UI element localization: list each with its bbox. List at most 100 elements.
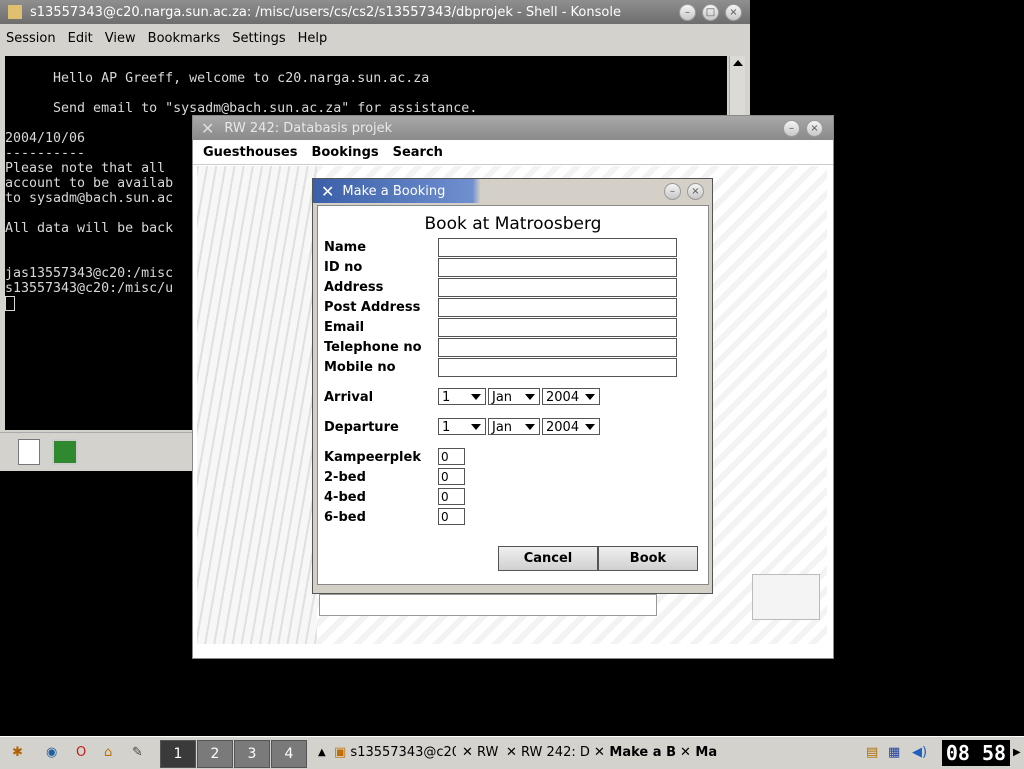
four-bed-input[interactable]: 0 (438, 488, 465, 505)
editor-icon[interactable]: ✎ (132, 741, 143, 765)
departure-month-select[interactable]: Jan (488, 418, 540, 435)
departure-year-select[interactable]: 2004 (542, 418, 600, 435)
konsole-title: s13557343@c20.narga.sun.ac.za: /misc/use… (30, 4, 621, 20)
four-bed-label: 4-bed (324, 490, 366, 505)
desktop-2[interactable]: 2 (197, 740, 233, 768)
menu-session[interactable]: Session (6, 31, 56, 46)
task-rw242[interactable]: ✕ RW 242: D (506, 741, 592, 765)
mobile-label: Mobile no (324, 360, 396, 375)
close-icon[interactable]: × (687, 182, 704, 200)
address-label: Address (324, 280, 384, 295)
minimize-icon[interactable]: – (664, 182, 681, 200)
scroll-up-icon[interactable] (732, 60, 743, 66)
terminal-line: Hello AP Greeff, welcome to c20.narga.su… (5, 71, 430, 86)
terminal-line: Send email to "sysadm@bach.sun.ac.za" fo… (5, 101, 478, 116)
six-bed-input[interactable]: 0 (438, 508, 465, 525)
menu-bookings[interactable]: Bookings (311, 145, 378, 160)
taskbar-expand-icon[interactable]: ▶ (1013, 741, 1021, 765)
task-ma-label: Ma (695, 745, 718, 760)
telephone-input[interactable] (438, 338, 677, 357)
departure-day-select[interactable]: 1 (438, 418, 486, 435)
close-icon[interactable]: × (806, 119, 823, 137)
menu-bookmarks[interactable]: Bookmarks (148, 31, 221, 46)
minimize-icon[interactable]: – (783, 119, 800, 137)
menu-help[interactable]: Help (298, 31, 328, 46)
konsole-titlebar[interactable]: s13557343@c20.narga.sun.ac.za: /misc/use… (0, 0, 750, 24)
decorative-logo (752, 574, 820, 620)
shell-session-icon[interactable] (52, 439, 78, 465)
task-konsole[interactable]: ▣ s13557343@c20 (334, 741, 456, 765)
clock[interactable]: 08 58 (942, 740, 1010, 766)
departure-year-value: 2004 (546, 420, 580, 435)
task-konsole-label: s13557343@c20 (350, 745, 456, 760)
konsole-app-icon (8, 5, 22, 19)
desktop-1[interactable]: 1 (160, 740, 196, 768)
arrival-month-select[interactable]: Jan (488, 388, 540, 405)
task-ma[interactable]: ✕ Ma (680, 741, 740, 765)
volume-icon[interactable]: ◀) (912, 741, 927, 765)
konsole-task-icon: ▣ (334, 745, 351, 760)
task-scroll-icon[interactable]: ▲ (318, 741, 326, 765)
opera-icon[interactable]: O (76, 741, 86, 765)
departure-day-value: 1 (442, 420, 451, 435)
menu-guesthouses[interactable]: Guesthouses (203, 145, 297, 160)
menu-search[interactable]: Search (393, 145, 443, 160)
kde-taskbar: ✱ ◉ O ⌂ ✎ 1 2 3 4 ▲ ▣ s13557343@c20 ✕ RW… (0, 736, 1024, 769)
menu-edit[interactable]: Edit (68, 31, 93, 46)
chevron-down-icon (585, 424, 595, 430)
post-address-label: Post Address (324, 300, 421, 315)
x-app-icon: ✕ (201, 118, 215, 138)
task-rw[interactable]: ✕ RW (462, 741, 504, 765)
id-no-input[interactable] (438, 258, 677, 277)
departure-label: Departure (324, 420, 399, 435)
address-input[interactable] (438, 278, 677, 297)
kampeerplek-input[interactable]: 0 (438, 448, 465, 465)
dialog-titlebar[interactable]: ✕ Make a Booking – × (313, 179, 712, 203)
chevron-down-icon (471, 424, 481, 430)
arrival-year-select[interactable]: 2004 (542, 388, 600, 405)
find-files-icon[interactable]: ◉ (46, 741, 57, 765)
menu-settings[interactable]: Settings (232, 31, 285, 46)
home-folder-icon[interactable]: ⌂ (104, 741, 112, 765)
desktop-3[interactable]: 3 (234, 740, 270, 768)
kde-menu-icon[interactable]: ✱ (12, 741, 23, 765)
cancel-button[interactable]: Cancel (498, 546, 598, 571)
two-bed-input[interactable]: 0 (438, 468, 465, 485)
chevron-down-icon (585, 394, 595, 400)
chevron-down-icon (525, 424, 535, 430)
mobile-input[interactable] (438, 358, 677, 377)
arrival-label: Arrival (324, 390, 374, 405)
booking-form: Book at Matroosberg Name ID no Address P… (317, 205, 709, 585)
task-make-booking[interactable]: ✕ Make a B (594, 741, 676, 765)
maximize-icon[interactable]: □ (702, 3, 719, 21)
rw242-title: RW 242: Databasis projek (224, 120, 393, 136)
desktop-4[interactable]: 4 (271, 740, 307, 768)
chevron-down-icon (525, 394, 535, 400)
x-app-icon: ✕ (680, 745, 696, 760)
x-app-icon: ✕ (506, 745, 522, 760)
rw242-titlebar[interactable]: ✕ RW 242: Databasis projek – × (193, 116, 833, 140)
arrival-day-select[interactable]: 1 (438, 388, 486, 405)
departure-month-value: Jan (492, 420, 513, 435)
minimize-icon[interactable]: – (679, 3, 696, 21)
dialog-title: Make a Booking (342, 183, 446, 199)
book-button[interactable]: Book (598, 546, 698, 571)
konsole-menubar: Session Edit View Bookmarks Settings Hel… (0, 24, 750, 52)
x-app-icon: ✕ (594, 745, 610, 760)
email-input[interactable] (438, 318, 677, 337)
x-app-icon: ✕ (462, 745, 478, 760)
task-rw-label: RW (477, 745, 499, 760)
new-session-icon[interactable] (18, 439, 40, 465)
close-icon[interactable]: × (725, 3, 742, 21)
terminal-cursor (5, 296, 15, 311)
kampeerplek-label: Kampeerplek (324, 450, 421, 465)
post-address-input[interactable] (438, 298, 677, 317)
calendar-icon[interactable]: ▦ (888, 741, 900, 765)
klipper-icon[interactable]: ▤ (866, 741, 878, 765)
arrival-year-value: 2004 (546, 390, 580, 405)
arrival-month-value: Jan (492, 390, 513, 405)
name-input[interactable] (438, 238, 677, 257)
menu-view[interactable]: View (105, 31, 136, 46)
